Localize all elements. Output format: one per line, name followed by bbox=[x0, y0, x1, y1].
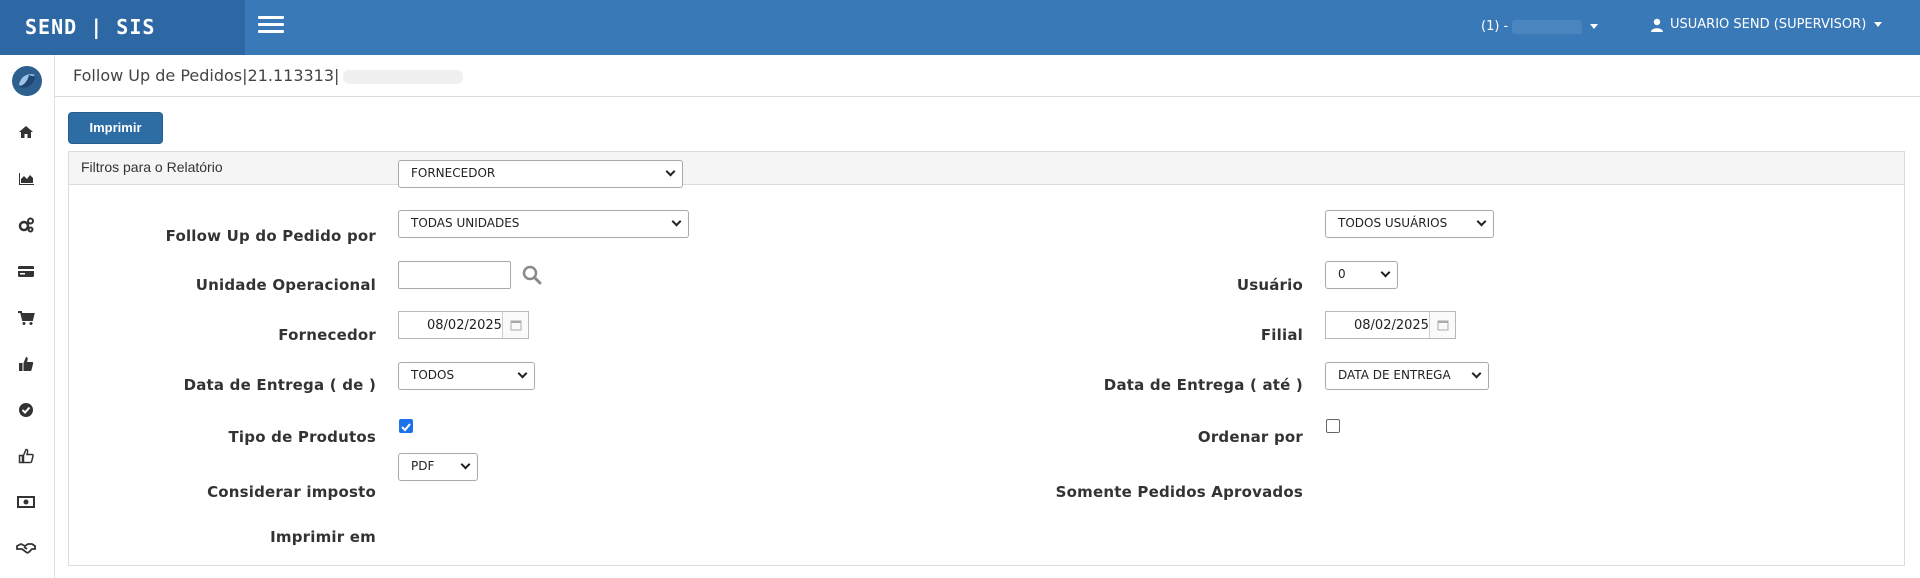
company-selector[interactable]: (1) - bbox=[1481, 19, 1599, 34]
credit-card-icon[interactable] bbox=[16, 261, 36, 281]
user-label: Usuário bbox=[1236, 276, 1303, 294]
date-to-value: 08/02/2025 bbox=[1354, 318, 1429, 333]
supplier-input[interactable] bbox=[398, 261, 511, 289]
calendar-icon[interactable] bbox=[502, 312, 528, 338]
followup-by-label: Follow Up do Pedido por bbox=[165, 227, 376, 245]
chevron-down-icon bbox=[671, 216, 682, 227]
date-to-input[interactable]: 08/02/2025 bbox=[1325, 311, 1456, 339]
search-icon[interactable] bbox=[521, 264, 543, 286]
cart-icon[interactable] bbox=[16, 308, 36, 328]
unit-value: TODAS UNIDADES bbox=[411, 216, 520, 230]
print-button[interactable]: Imprimir bbox=[68, 112, 163, 144]
user-select[interactable]: TODOS USUÁRIOS bbox=[1325, 210, 1494, 238]
chevron-down-icon bbox=[1471, 368, 1482, 379]
thumbs-up-solid-icon[interactable] bbox=[16, 354, 36, 374]
sidebar bbox=[0, 55, 55, 578]
company-name-redacted bbox=[1512, 19, 1583, 34]
redacted-text bbox=[343, 69, 464, 84]
menu-toggle-icon[interactable] bbox=[258, 16, 284, 36]
order-by-label: Ordenar por bbox=[1197, 428, 1303, 446]
print-format-label: Imprimir em bbox=[270, 528, 376, 546]
home-icon[interactable] bbox=[16, 122, 36, 142]
calendar-icon[interactable] bbox=[1429, 312, 1455, 338]
order-by-select[interactable]: DATA DE ENTREGA bbox=[1325, 362, 1489, 390]
handshake-icon[interactable] bbox=[16, 538, 36, 558]
chevron-down-icon bbox=[460, 459, 471, 470]
user-name: USUARIO SEND (SUPERVISOR) bbox=[1670, 17, 1867, 32]
branch-label: Filial bbox=[1260, 326, 1303, 344]
cogs-icon[interactable] bbox=[16, 215, 36, 235]
approved-only-checkbox[interactable] bbox=[1326, 419, 1340, 433]
area-chart-icon[interactable] bbox=[16, 169, 36, 189]
print-format-select[interactable]: PDF bbox=[398, 453, 478, 481]
unit-select[interactable]: TODAS UNIDADES bbox=[398, 210, 689, 238]
top-navbar: SEND | SIS (1) - USUARIO SEND (SUPERVISO… bbox=[0, 0, 1920, 55]
page-title: Follow Up de Pedidos|21.113313| bbox=[55, 55, 1920, 97]
main-content: Follow Up de Pedidos|21.113313| Imprimir… bbox=[55, 55, 1920, 578]
panel-heading: Filtros para o Relatório bbox=[69, 152, 1904, 185]
branch-value: 0 bbox=[1338, 267, 1346, 281]
chevron-down-icon bbox=[1476, 216, 1487, 227]
chevron-down-icon bbox=[517, 368, 528, 379]
money-icon[interactable] bbox=[16, 492, 36, 512]
print-format-value: PDF bbox=[411, 459, 435, 473]
app-logo-icon bbox=[12, 66, 42, 96]
filters-panel: Filtros para o Relatório Follow Up do Pe… bbox=[68, 151, 1905, 566]
followup-by-value: FORNECEDOR bbox=[411, 166, 496, 180]
followup-by-select[interactable]: FORNECEDOR bbox=[398, 160, 683, 188]
caret-down-icon bbox=[1874, 22, 1883, 27]
product-type-value: TODOS bbox=[411, 368, 455, 382]
order-by-value: DATA DE ENTREGA bbox=[1338, 368, 1451, 382]
user-menu[interactable]: USUARIO SEND (SUPERVISOR) bbox=[1650, 17, 1883, 32]
user-icon bbox=[1651, 18, 1663, 32]
brand-logo[interactable]: SEND | SIS bbox=[0, 0, 245, 55]
date-from-input[interactable]: 08/02/2025 bbox=[398, 311, 529, 339]
chevron-down-icon bbox=[1380, 267, 1391, 278]
product-type-select[interactable]: TODOS bbox=[398, 362, 535, 390]
thumbs-up-outline-icon[interactable] bbox=[16, 446, 36, 466]
approved-only-label: Somente Pedidos Aprovados bbox=[1055, 483, 1303, 501]
company-label: (1) - bbox=[1481, 19, 1509, 34]
consider-tax-checkbox[interactable] bbox=[399, 419, 413, 433]
page-title-text: Follow Up de Pedidos|21.113313| bbox=[73, 66, 340, 85]
user-value: TODOS USUÁRIOS bbox=[1338, 216, 1448, 230]
chevron-down-icon bbox=[665, 166, 676, 177]
date-to-label: Data de Entrega ( até ) bbox=[1103, 376, 1303, 394]
caret-down-icon bbox=[1590, 24, 1599, 29]
branch-select[interactable]: 0 bbox=[1325, 261, 1398, 289]
check-circle-icon[interactable] bbox=[16, 400, 36, 420]
date-from-value: 08/02/2025 bbox=[427, 318, 502, 333]
